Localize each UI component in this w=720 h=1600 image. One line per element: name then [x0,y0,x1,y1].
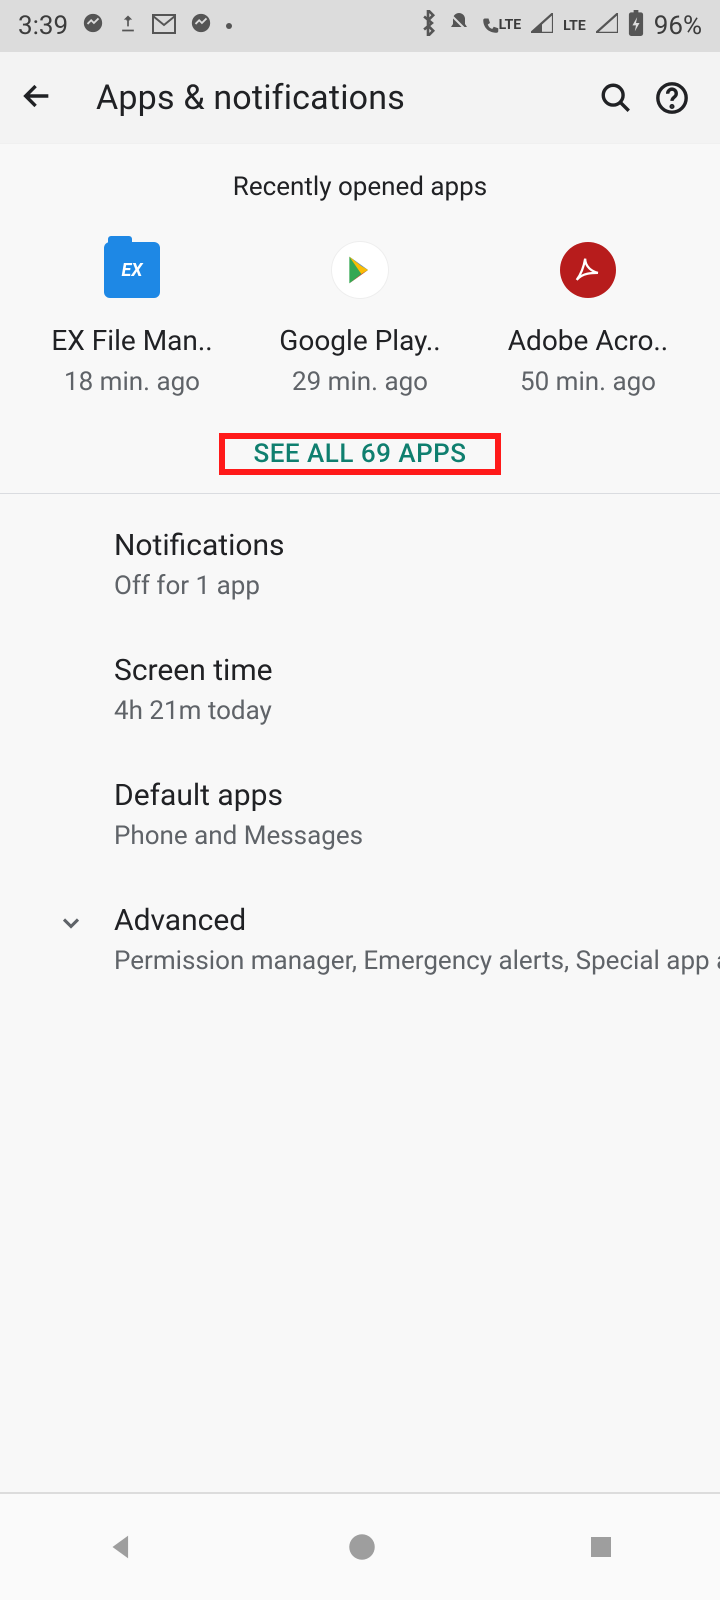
app-name: EX File Man.. [51,324,212,357]
adobe-acrobat-icon [560,242,616,298]
upload-icon [118,12,138,40]
app-time: 50 min. ago [520,367,656,397]
search-button[interactable] [588,81,644,115]
recent-app-adobe-acrobat[interactable]: Adobe Acro.. 50 min. ago [488,242,688,397]
bluetooth-icon [419,10,437,42]
row-advanced[interactable]: Advanced Permission manager, Emergency a… [0,877,720,1002]
row-default-apps[interactable]: Default apps Phone and Messages [0,752,720,877]
page-title: Apps & notifications [96,78,405,118]
recent-apps-header: Recently opened apps [0,144,720,222]
google-play-icon [332,242,388,298]
row-subtitle: Phone and Messages [114,821,690,851]
volte-call-icon: LTE [481,17,522,35]
app-name: Google Play.. [279,324,440,357]
see-all-highlight: SEE ALL 69 APPS [219,433,500,475]
app-name: Adobe Acro.. [508,324,668,357]
row-title: Notifications [114,528,690,563]
back-button[interactable] [20,79,60,117]
row-notifications[interactable]: Notifications Off for 1 app [0,502,720,627]
expand-icon [28,903,114,937]
nav-home-button[interactable] [345,1530,379,1564]
row-subtitle: 4h 21m today [114,696,690,726]
nav-recent-button[interactable] [586,1532,616,1562]
app-bar: Apps & notifications [0,52,720,144]
app-time: 18 min. ago [64,367,200,397]
recent-app-ex-file-manager[interactable]: EX EX File Man.. 18 min. ago [32,242,232,397]
row-title: Advanced [114,903,720,938]
row-subtitle: Permission manager, Emergency alerts, Sp… [114,946,720,976]
status-bar: 3:39 LTE LTE [0,0,720,52]
dnd-off-icon [447,11,471,41]
battery-charging-icon [628,10,644,42]
messenger-icon-2 [190,12,212,40]
see-all-apps-button[interactable]: SEE ALL 69 APPS [225,425,494,483]
lte-label: LTE [563,18,586,34]
gmail-icon [152,12,176,40]
signal-icon-1 [531,13,553,39]
row-title: Screen time [114,653,690,688]
row-subtitle: Off for 1 app [114,571,690,601]
row-title: Default apps [114,778,690,813]
nav-back-button[interactable] [104,1530,138,1564]
recent-app-google-play[interactable]: Google Play.. 29 min. ago [260,242,460,397]
status-clock: 3:39 [18,11,68,41]
system-nav-bar [0,1492,720,1600]
messenger-icon [82,12,104,40]
help-button[interactable] [644,81,700,115]
overflow-dot-icon [226,23,232,29]
signal-icon-2 [596,13,618,39]
app-time: 29 min. ago [292,367,428,397]
row-screen-time[interactable]: Screen time 4h 21m today [0,627,720,752]
ex-file-manager-icon: EX [104,242,160,298]
recent-apps-row: EX EX File Man.. 18 min. ago Google Play… [0,222,720,407]
battery-percent: 96% [654,11,702,41]
